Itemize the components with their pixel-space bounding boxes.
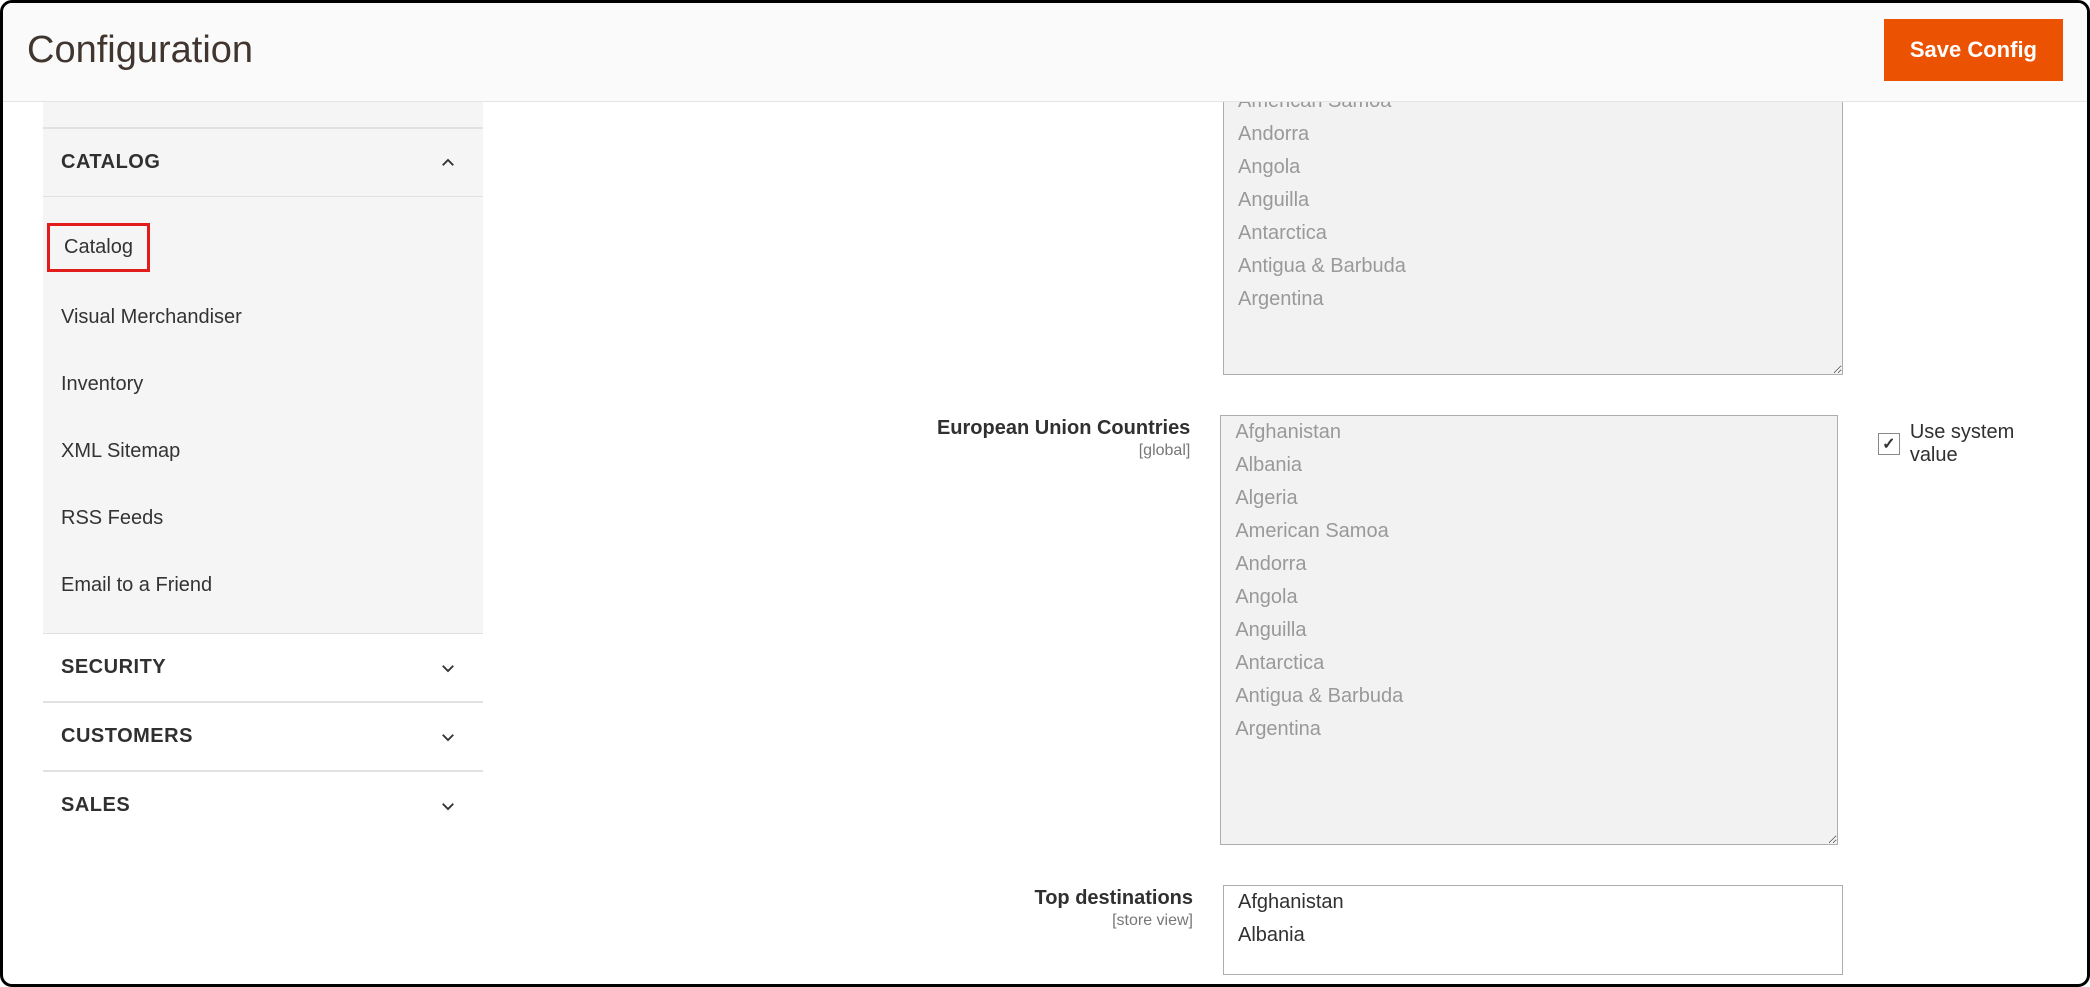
multiselect-option[interactable]: American Samoa bbox=[1221, 515, 1837, 548]
multiselect-option[interactable]: Andorra bbox=[1224, 118, 1842, 151]
multiselect-option[interactable]: Argentina bbox=[1224, 283, 1842, 316]
sidebar-item-catalog[interactable]: Catalog bbox=[43, 211, 483, 284]
sidebar-top-spacer bbox=[43, 102, 483, 128]
sidebar-item-label: Catalog bbox=[64, 236, 133, 258]
eu-countries-multiselect[interactable]: AfghanistanAlbaniaAlgeriaAmerican SamoaA… bbox=[1220, 415, 1838, 845]
field-label: Top destinations bbox=[1034, 887, 1193, 909]
field-label: European Union Countries bbox=[937, 417, 1190, 439]
field-row-eu-countries: European Union Countries [global] Afghan… bbox=[503, 415, 2067, 845]
field-extra-col bbox=[1843, 885, 1883, 891]
sidebar-item-label: Visual Merchandiser bbox=[61, 306, 242, 328]
field-label-col: Top destinations [store view] bbox=[503, 885, 1223, 930]
use-system-value-checkbox[interactable] bbox=[1878, 433, 1900, 455]
multiselect-option[interactable]: Antarctica bbox=[1221, 647, 1837, 680]
sidebar-group-label: CATALOG bbox=[61, 151, 160, 174]
field-control-col: AfghanistanAlbaniaAlgeriaAmerican SamoaA… bbox=[1220, 415, 1838, 845]
multiselect-option[interactable]: Afghanistan bbox=[1224, 886, 1842, 919]
sidebar-group-label: SALES bbox=[61, 794, 130, 817]
sidebar-group-security: SECURITY bbox=[43, 633, 483, 702]
field-scope: [global] bbox=[503, 442, 1190, 460]
sidebar-group-label: CUSTOMERS bbox=[61, 725, 193, 748]
allow-countries-multiselect[interactable]: American SamoaAndorraAngolaAnguillaAntar… bbox=[1223, 102, 1843, 375]
sidebar-group-label: SECURITY bbox=[61, 656, 166, 679]
sidebar-item-label: Inventory bbox=[61, 373, 143, 395]
sidebar-item-inventory[interactable]: Inventory bbox=[43, 351, 483, 418]
sidebar-group-customers: CUSTOMERS bbox=[43, 702, 483, 771]
multiselect-option[interactable]: Argentina bbox=[1221, 713, 1837, 746]
field-control-col: AfghanistanAlbania bbox=[1223, 885, 1843, 975]
sidebar-group-header-security[interactable]: SECURITY bbox=[43, 634, 483, 702]
page-header: Configuration Save Config bbox=[3, 3, 2087, 102]
use-system-value-label: Use system value bbox=[1910, 421, 2067, 467]
multiselect-option[interactable]: Anguilla bbox=[1224, 184, 1842, 217]
multiselect-option[interactable]: Anguilla bbox=[1221, 614, 1837, 647]
field-control-col: American SamoaAndorraAngolaAnguillaAntar… bbox=[1223, 102, 1843, 375]
multiselect-option[interactable]: Angola bbox=[1224, 151, 1842, 184]
multiselect-option[interactable]: Antarctica bbox=[1224, 217, 1842, 250]
multiselect-option[interactable]: Algeria bbox=[1221, 482, 1837, 515]
sidebar-item-label: RSS Feeds bbox=[61, 507, 163, 529]
multiselect-option[interactable]: Angola bbox=[1221, 581, 1837, 614]
sidebar-item-email-to-a-friend[interactable]: Email to a Friend bbox=[43, 552, 483, 619]
multiselect-option[interactable]: Albania bbox=[1221, 449, 1837, 482]
sidebar-item-label: XML Sitemap bbox=[61, 440, 180, 462]
chevron-down-icon bbox=[439, 659, 457, 677]
field-row-top-destinations: Top destinations [store view] Afghanista… bbox=[503, 885, 2067, 975]
app-frame: Configuration Save Config CATALOG Catalo… bbox=[0, 0, 2090, 987]
multiselect-option[interactable]: American Samoa bbox=[1224, 102, 1842, 118]
field-row-allow-countries: American SamoaAndorraAngolaAnguillaAntar… bbox=[503, 102, 2067, 375]
save-config-button[interactable]: Save Config bbox=[1884, 19, 2063, 81]
top-destinations-multiselect[interactable]: AfghanistanAlbania bbox=[1223, 885, 1843, 975]
sidebar-group-header-catalog[interactable]: CATALOG bbox=[43, 129, 483, 197]
sidebar-group-items-catalog: Catalog Visual Merchandiser Inventory XM… bbox=[43, 197, 483, 633]
field-extra-col bbox=[1843, 102, 1883, 106]
sidebar-item-label: Email to a Friend bbox=[61, 574, 212, 596]
sidebar-item-visual-merchandiser[interactable]: Visual Merchandiser bbox=[43, 284, 483, 351]
content-area: CATALOG Catalog Visual Merchandiser Inve… bbox=[3, 102, 2087, 987]
main-panel: American SamoaAndorraAngolaAnguillaAntar… bbox=[483, 102, 2087, 987]
multiselect-option[interactable]: Albania bbox=[1224, 919, 1842, 952]
chevron-down-icon bbox=[439, 728, 457, 746]
chevron-down-icon bbox=[439, 797, 457, 815]
multiselect-option[interactable]: Antigua & Barbuda bbox=[1221, 680, 1837, 713]
sidebar-item-xml-sitemap[interactable]: XML Sitemap bbox=[43, 418, 483, 485]
config-sidebar: CATALOG Catalog Visual Merchandiser Inve… bbox=[3, 102, 483, 987]
multiselect-option[interactable]: Afghanistan bbox=[1221, 416, 1837, 449]
sidebar-group-header-sales[interactable]: SALES bbox=[43, 772, 483, 839]
multiselect-option[interactable]: Andorra bbox=[1221, 548, 1837, 581]
page-title: Configuration bbox=[27, 29, 253, 72]
sidebar-group-sales: SALES bbox=[43, 771, 483, 839]
chevron-up-icon bbox=[439, 154, 457, 172]
multiselect-option[interactable]: Antigua & Barbuda bbox=[1224, 250, 1842, 283]
field-scope: [store view] bbox=[503, 912, 1193, 930]
sidebar-item-rss-feeds[interactable]: RSS Feeds bbox=[43, 485, 483, 552]
sidebar-group-catalog: CATALOG Catalog Visual Merchandiser Inve… bbox=[43, 128, 483, 633]
sidebar-group-header-customers[interactable]: CUSTOMERS bbox=[43, 703, 483, 771]
field-extra-col: Use system value bbox=[1838, 415, 2067, 467]
field-label-col: European Union Countries [global] bbox=[503, 415, 1220, 460]
